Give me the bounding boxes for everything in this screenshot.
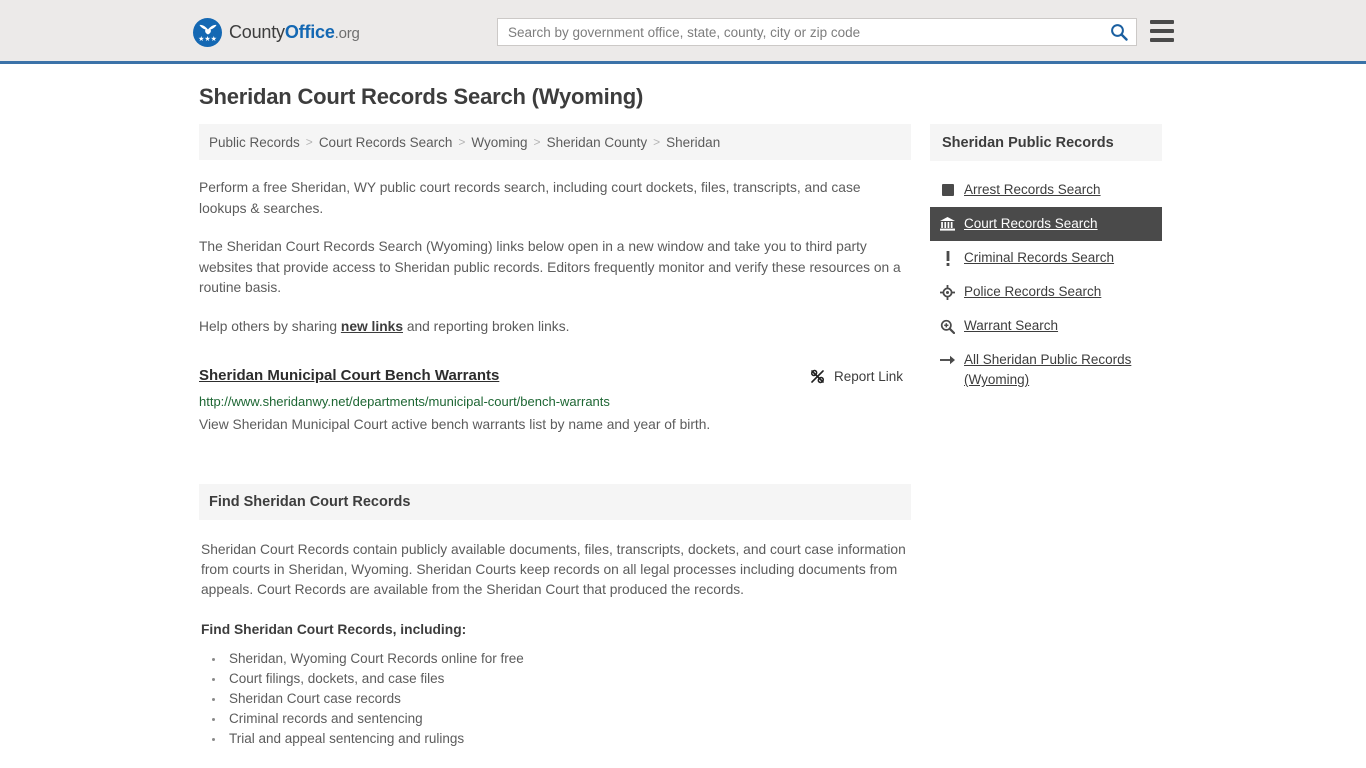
search-input[interactable]: [498, 19, 1102, 45]
sidebar-list: Arrest Records Search Court Records Sear…: [930, 173, 1162, 397]
breadcrumb-item-sheridan-county[interactable]: Sheridan County: [547, 135, 648, 150]
logo-wordmark: CountyOffice.org: [229, 22, 360, 43]
menu-bar-1: [1150, 20, 1174, 24]
breadcrumb-item-court-records-search[interactable]: Court Records Search: [319, 135, 453, 150]
sidebar: Sheridan Public Records Arrest Records S…: [930, 124, 1162, 397]
sidebar-item-label: Warrant Search: [964, 318, 1059, 333]
broken-link-icon: [810, 369, 824, 384]
sidebar-item-police-records-search[interactable]: Police Records Search: [930, 275, 1162, 309]
list-item: Court filings, dockets, and case files: [225, 669, 909, 689]
content-columns: Public Records > Court Records Search > …: [193, 124, 1173, 749]
find-records-subheading: Find Sheridan Court Records, including:: [201, 622, 467, 637]
logo-stars: ★★★: [198, 36, 217, 43]
sidebar-item-arrest-records-search[interactable]: Arrest Records Search: [930, 173, 1162, 207]
breadcrumb-item-sheridan[interactable]: Sheridan: [666, 135, 720, 150]
sidebar-item-court-records-search[interactable]: Court Records Search: [930, 207, 1162, 241]
search-icon: [1111, 24, 1128, 41]
content-area: Sheridan Court Records Search (Wyoming) …: [193, 64, 1173, 749]
list-item: Sheridan, Wyoming Court Records online f…: [225, 649, 909, 669]
report-link-button[interactable]: Report Link: [809, 368, 903, 385]
main-column: Public Records > Court Records Search > …: [199, 124, 911, 749]
eagle-icon: [199, 24, 216, 35]
result-description: View Sheridan Municipal Court active ben…: [199, 417, 711, 432]
share-text-before: Help others by sharing: [199, 318, 341, 334]
square-icon: [940, 180, 955, 200]
breadcrumb-item-public-records[interactable]: Public Records: [209, 135, 300, 150]
exclamation-icon: [940, 248, 955, 268]
arrow-right-icon: [940, 350, 955, 370]
intro-paragraph-2: The Sheridan Court Records Search (Wyomi…: [199, 239, 901, 295]
result-title-link[interactable]: Sheridan Municipal Court Bench Warrants: [199, 367, 499, 384]
find-records-body: Sheridan Court Records contain publicly …: [199, 540, 911, 749]
new-links-link[interactable]: new links: [341, 319, 403, 334]
sidebar-item-criminal-records-search[interactable]: Criminal Records Search: [930, 241, 1162, 275]
site-header: ★★★ CountyOffice.org: [0, 0, 1366, 64]
breadcrumb-separator-icon: >: [305, 135, 313, 149]
breadcrumb-separator-icon: >: [533, 135, 541, 149]
magnifier-plus-icon: [940, 316, 955, 336]
sidebar-item-label: Criminal Records Search: [964, 250, 1115, 265]
breadcrumb-item-wyoming[interactable]: Wyoming: [471, 135, 527, 150]
find-records-list: Sheridan, Wyoming Court Records online f…: [201, 649, 909, 749]
sidebar-item-label: Police Records Search: [964, 284, 1102, 299]
find-records-section: Find Sheridan Court Records Sheridan Cou…: [199, 484, 911, 749]
search-bar[interactable]: [497, 18, 1137, 46]
report-link-label: Report Link: [833, 369, 903, 384]
menu-bar-3: [1150, 38, 1174, 42]
intro-paragraph-1: Perform a free Sheridan, WY public court…: [199, 180, 861, 216]
sidebar-item-label: Arrest Records Search: [964, 182, 1101, 197]
list-item: Criminal records and sentencing: [225, 709, 909, 729]
bank-icon: [940, 214, 955, 234]
sidebar-item-warrant-search[interactable]: Warrant Search: [930, 309, 1162, 343]
breadcrumb: Public Records > Court Records Search > …: [199, 124, 911, 160]
share-text-after: and reporting broken links.: [403, 318, 570, 334]
find-records-heading: Find Sheridan Court Records: [199, 484, 911, 520]
sidebar-item-all-sheridan-public-records[interactable]: All Sheridan Public Records (Wyoming): [930, 343, 1162, 397]
result-item: Sheridan Municipal Court Bench Warrants …: [199, 367, 911, 434]
sidebar-item-label: Court Records Search: [964, 216, 1098, 231]
sidebar-item-label: All Sheridan Public Records (Wyoming): [964, 352, 1132, 387]
site-logo[interactable]: ★★★ CountyOffice.org: [193, 18, 360, 47]
find-records-intro: Sheridan Court Records contain publicly …: [201, 542, 906, 597]
sidebar-heading: Sheridan Public Records: [930, 124, 1162, 161]
county-office-logo-icon: ★★★: [193, 18, 222, 47]
breadcrumb-separator-icon: >: [653, 135, 661, 149]
menu-bar-2: [1150, 29, 1174, 33]
logo-text-office: Office: [284, 22, 335, 42]
list-item: Sheridan Court case records: [225, 689, 909, 709]
list-item: Trial and appeal sentencing and rulings: [225, 729, 909, 749]
menu-icon[interactable]: [1150, 20, 1174, 42]
logo-text-tld: .org: [334, 25, 360, 42]
page-title: Sheridan Court Records Search (Wyoming): [199, 84, 644, 109]
search-button[interactable]: [1102, 19, 1136, 45]
intro-paragraph-3: Help others by sharing new links and rep…: [199, 317, 911, 338]
result-header-row: Sheridan Municipal Court Bench Warrants …: [199, 367, 911, 385]
result-url: http://www.sheridanwy.net/departments/mu…: [199, 394, 610, 409]
breadcrumb-separator-icon: >: [458, 135, 466, 149]
crosshair-icon: [940, 282, 955, 302]
page-body: Sheridan Court Records Search (Wyoming) …: [0, 64, 1366, 749]
logo-text-county: County: [229, 22, 285, 42]
